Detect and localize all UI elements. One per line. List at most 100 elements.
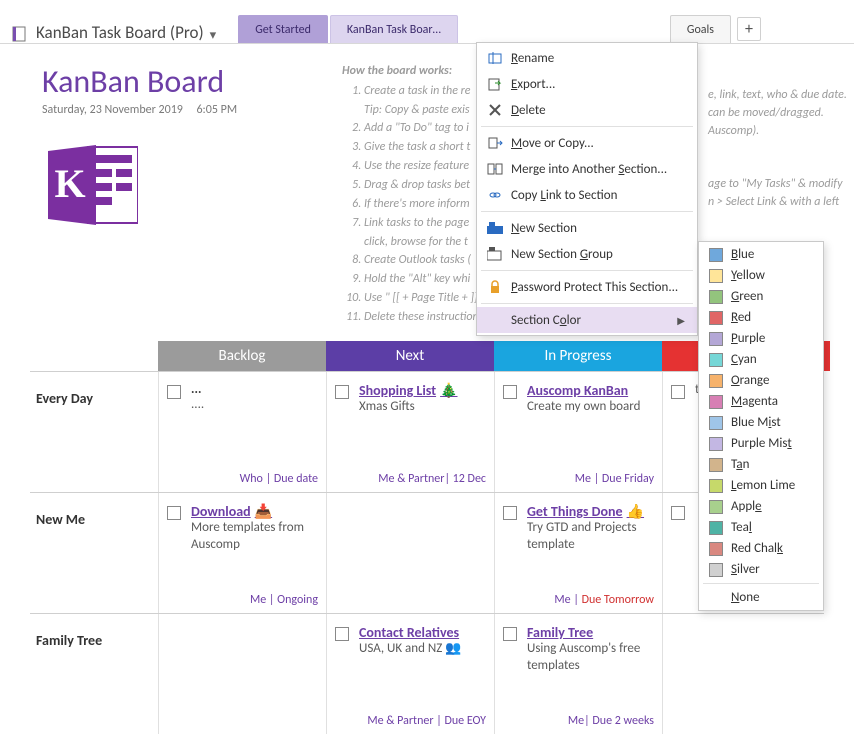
menu-item-move-or-copy-[interactable]: Move or Copy... (477, 130, 697, 156)
task-checkbox[interactable] (503, 506, 517, 520)
page-time-value: 6:05 PM (196, 103, 237, 117)
color-label: Red (731, 310, 751, 325)
color-item-green[interactable]: Green (699, 286, 823, 307)
task-checkbox[interactable] (167, 506, 181, 520)
color-label: Magenta (731, 394, 778, 409)
menu-item-section-color[interactable]: Section Color▶ (477, 307, 697, 333)
notebook-title[interactable]: KanBan Task Board (Pro) (36, 22, 204, 43)
menu-item-label: New Section (511, 221, 577, 236)
menu-item-label: Section Color (511, 313, 581, 328)
board-cell[interactable]: Shopping List🎄Xmas GiftsMe & Partner| 12… (326, 372, 494, 492)
board-cell[interactable] (326, 493, 494, 613)
task-card[interactable]: Contact RelativesUSA, UK and NZ 👥 (335, 624, 486, 658)
board-cell[interactable]: Download📥More templates from AuscompMe |… (158, 493, 326, 613)
task-card[interactable]: ....... (167, 382, 318, 414)
task-description: More templates from Auscomp (191, 520, 318, 554)
tab-kanban[interactable]: KanBan Task Boar… (330, 15, 458, 43)
lock-icon (485, 278, 505, 296)
menu-item-label: Copy Link to Section (511, 188, 617, 203)
tab-get-started[interactable]: Get Started (238, 15, 328, 43)
move-icon (485, 134, 505, 152)
tab-goals[interactable]: Goals (670, 15, 731, 43)
instruction-tails: e, link, text, who & due date. can be mo… (708, 86, 847, 211)
task-card[interactable]: Shopping List🎄Xmas Gifts (335, 382, 486, 416)
task-title[interactable]: ... (191, 382, 318, 397)
task-card[interactable]: Family TreeUsing Auscomp's free template… (503, 624, 654, 675)
task-description: Xmas Gifts (359, 399, 486, 416)
task-checkbox[interactable] (671, 506, 685, 520)
menu-item-delete[interactable]: Delete (477, 97, 697, 123)
color-item-yellow[interactable]: Yellow (699, 265, 823, 286)
board-row: Family Tree Contact RelativesUSA, UK and … (30, 613, 824, 734)
board-cell[interactable]: .......Who | Due date (158, 372, 326, 492)
task-meta: Me & Partner | Due EOY (367, 714, 486, 728)
task-title[interactable]: Shopping List🎄 (359, 382, 486, 399)
menu-item-password-protect-this-section-[interactable]: Password Protect This Section... (477, 274, 697, 300)
add-section-button[interactable]: + (737, 17, 761, 41)
board-cell[interactable]: Get Things Done👍Try GTD and Projects tem… (494, 493, 662, 613)
task-checkbox[interactable] (671, 385, 685, 399)
color-swatch (709, 374, 723, 388)
menu-item-label: Export... (511, 77, 555, 92)
task-title[interactable]: Family Tree (527, 624, 654, 641)
board-cell[interactable]: Contact RelativesUSA, UK and NZ 👥 Me & Pa… (326, 614, 494, 734)
tail-2: Auscomp). (708, 122, 847, 140)
task-checkbox[interactable] (167, 385, 181, 399)
color-item-purple-mist[interactable]: Purple Mist (699, 433, 823, 454)
task-card[interactable]: Auscomp KanBanCreate my own board (503, 382, 654, 416)
task-checkbox[interactable] (503, 627, 517, 641)
color-label: Teal (731, 520, 752, 535)
color-label: Apple (731, 499, 762, 514)
section-context-menu: Rename Export... Delete Move or Copy...Merg… (476, 42, 698, 336)
task-title[interactable]: Download📥 (191, 503, 318, 520)
page-date: Saturday, 23 November 2019 6:05 PM (42, 103, 342, 117)
color-item-red[interactable]: Red (699, 307, 823, 328)
menu-item-rename[interactable]: Rename (477, 45, 697, 71)
color-item-tan[interactable]: Tan (699, 454, 823, 475)
color-swatch (709, 563, 723, 577)
color-item-cyan[interactable]: Cyan (699, 349, 823, 370)
color-item-apple[interactable]: Apple (699, 496, 823, 517)
color-label: Purple Mist (731, 436, 792, 451)
menu-item-export-[interactable]: Export... (477, 71, 697, 97)
color-swatch (709, 458, 723, 472)
task-checkbox[interactable] (335, 385, 349, 399)
color-item-orange[interactable]: Orange (699, 370, 823, 391)
color-item-teal[interactable]: Teal (699, 517, 823, 538)
task-description: Try GTD and Projects template (527, 520, 654, 554)
task-icon: 📥 (255, 503, 272, 520)
task-icon: 🎄 (440, 382, 457, 399)
menu-item-new-section[interactable]: New Section (477, 215, 697, 241)
menu-separator (481, 126, 693, 127)
task-title[interactable]: Auscomp KanBan (527, 382, 654, 399)
color-item-blue-mist[interactable]: Blue Mist (699, 412, 823, 433)
task-card[interactable]: Get Things Done👍Try GTD and Projects tem… (503, 503, 654, 554)
task-checkbox[interactable] (503, 385, 517, 399)
export-icon (485, 75, 505, 93)
color-item-blue[interactable]: Blue (699, 244, 823, 265)
task-icon: 👍 (627, 503, 644, 520)
tail-3: age to "My Tasks" & modify (708, 175, 847, 193)
menu-item-new-section-group[interactable]: New Section Group (477, 241, 697, 267)
color-item-red-chalk[interactable]: Red Chalk (699, 538, 823, 559)
color-item-purple[interactable]: Purple (699, 328, 823, 349)
board-cell[interactable] (158, 614, 326, 734)
board-cell[interactable] (662, 614, 830, 734)
board-cell[interactable]: Family TreeUsing Auscomp's free template… (494, 614, 662, 734)
board-cell[interactable]: Auscomp KanBanCreate my own boardMe | Du… (494, 372, 662, 492)
task-title[interactable]: Get Things Done👍 (527, 503, 654, 520)
color-item-none[interactable]: None (699, 587, 823, 608)
menu-item-copy-link-to-section[interactable]: Copy Link to Section (477, 182, 697, 208)
color-item-magenta[interactable]: Magenta (699, 391, 823, 412)
color-swatch (709, 332, 723, 346)
task-checkbox[interactable] (335, 627, 349, 641)
task-card[interactable]: Download📥More templates from Auscomp (167, 503, 318, 554)
task-title[interactable]: Contact Relatives (359, 624, 486, 641)
color-item-lemon-lime[interactable]: Lemon Lime (699, 475, 823, 496)
menu-item-merge-into-another-section-[interactable]: Merge into Another Section... (477, 156, 697, 182)
menu-item-label: Rename (511, 51, 554, 66)
color-label: None (731, 590, 760, 605)
notebook-icon (10, 25, 28, 43)
color-item-silver[interactable]: Silver (699, 559, 823, 580)
notebook-caret-icon[interactable]: ▾ (210, 28, 217, 43)
